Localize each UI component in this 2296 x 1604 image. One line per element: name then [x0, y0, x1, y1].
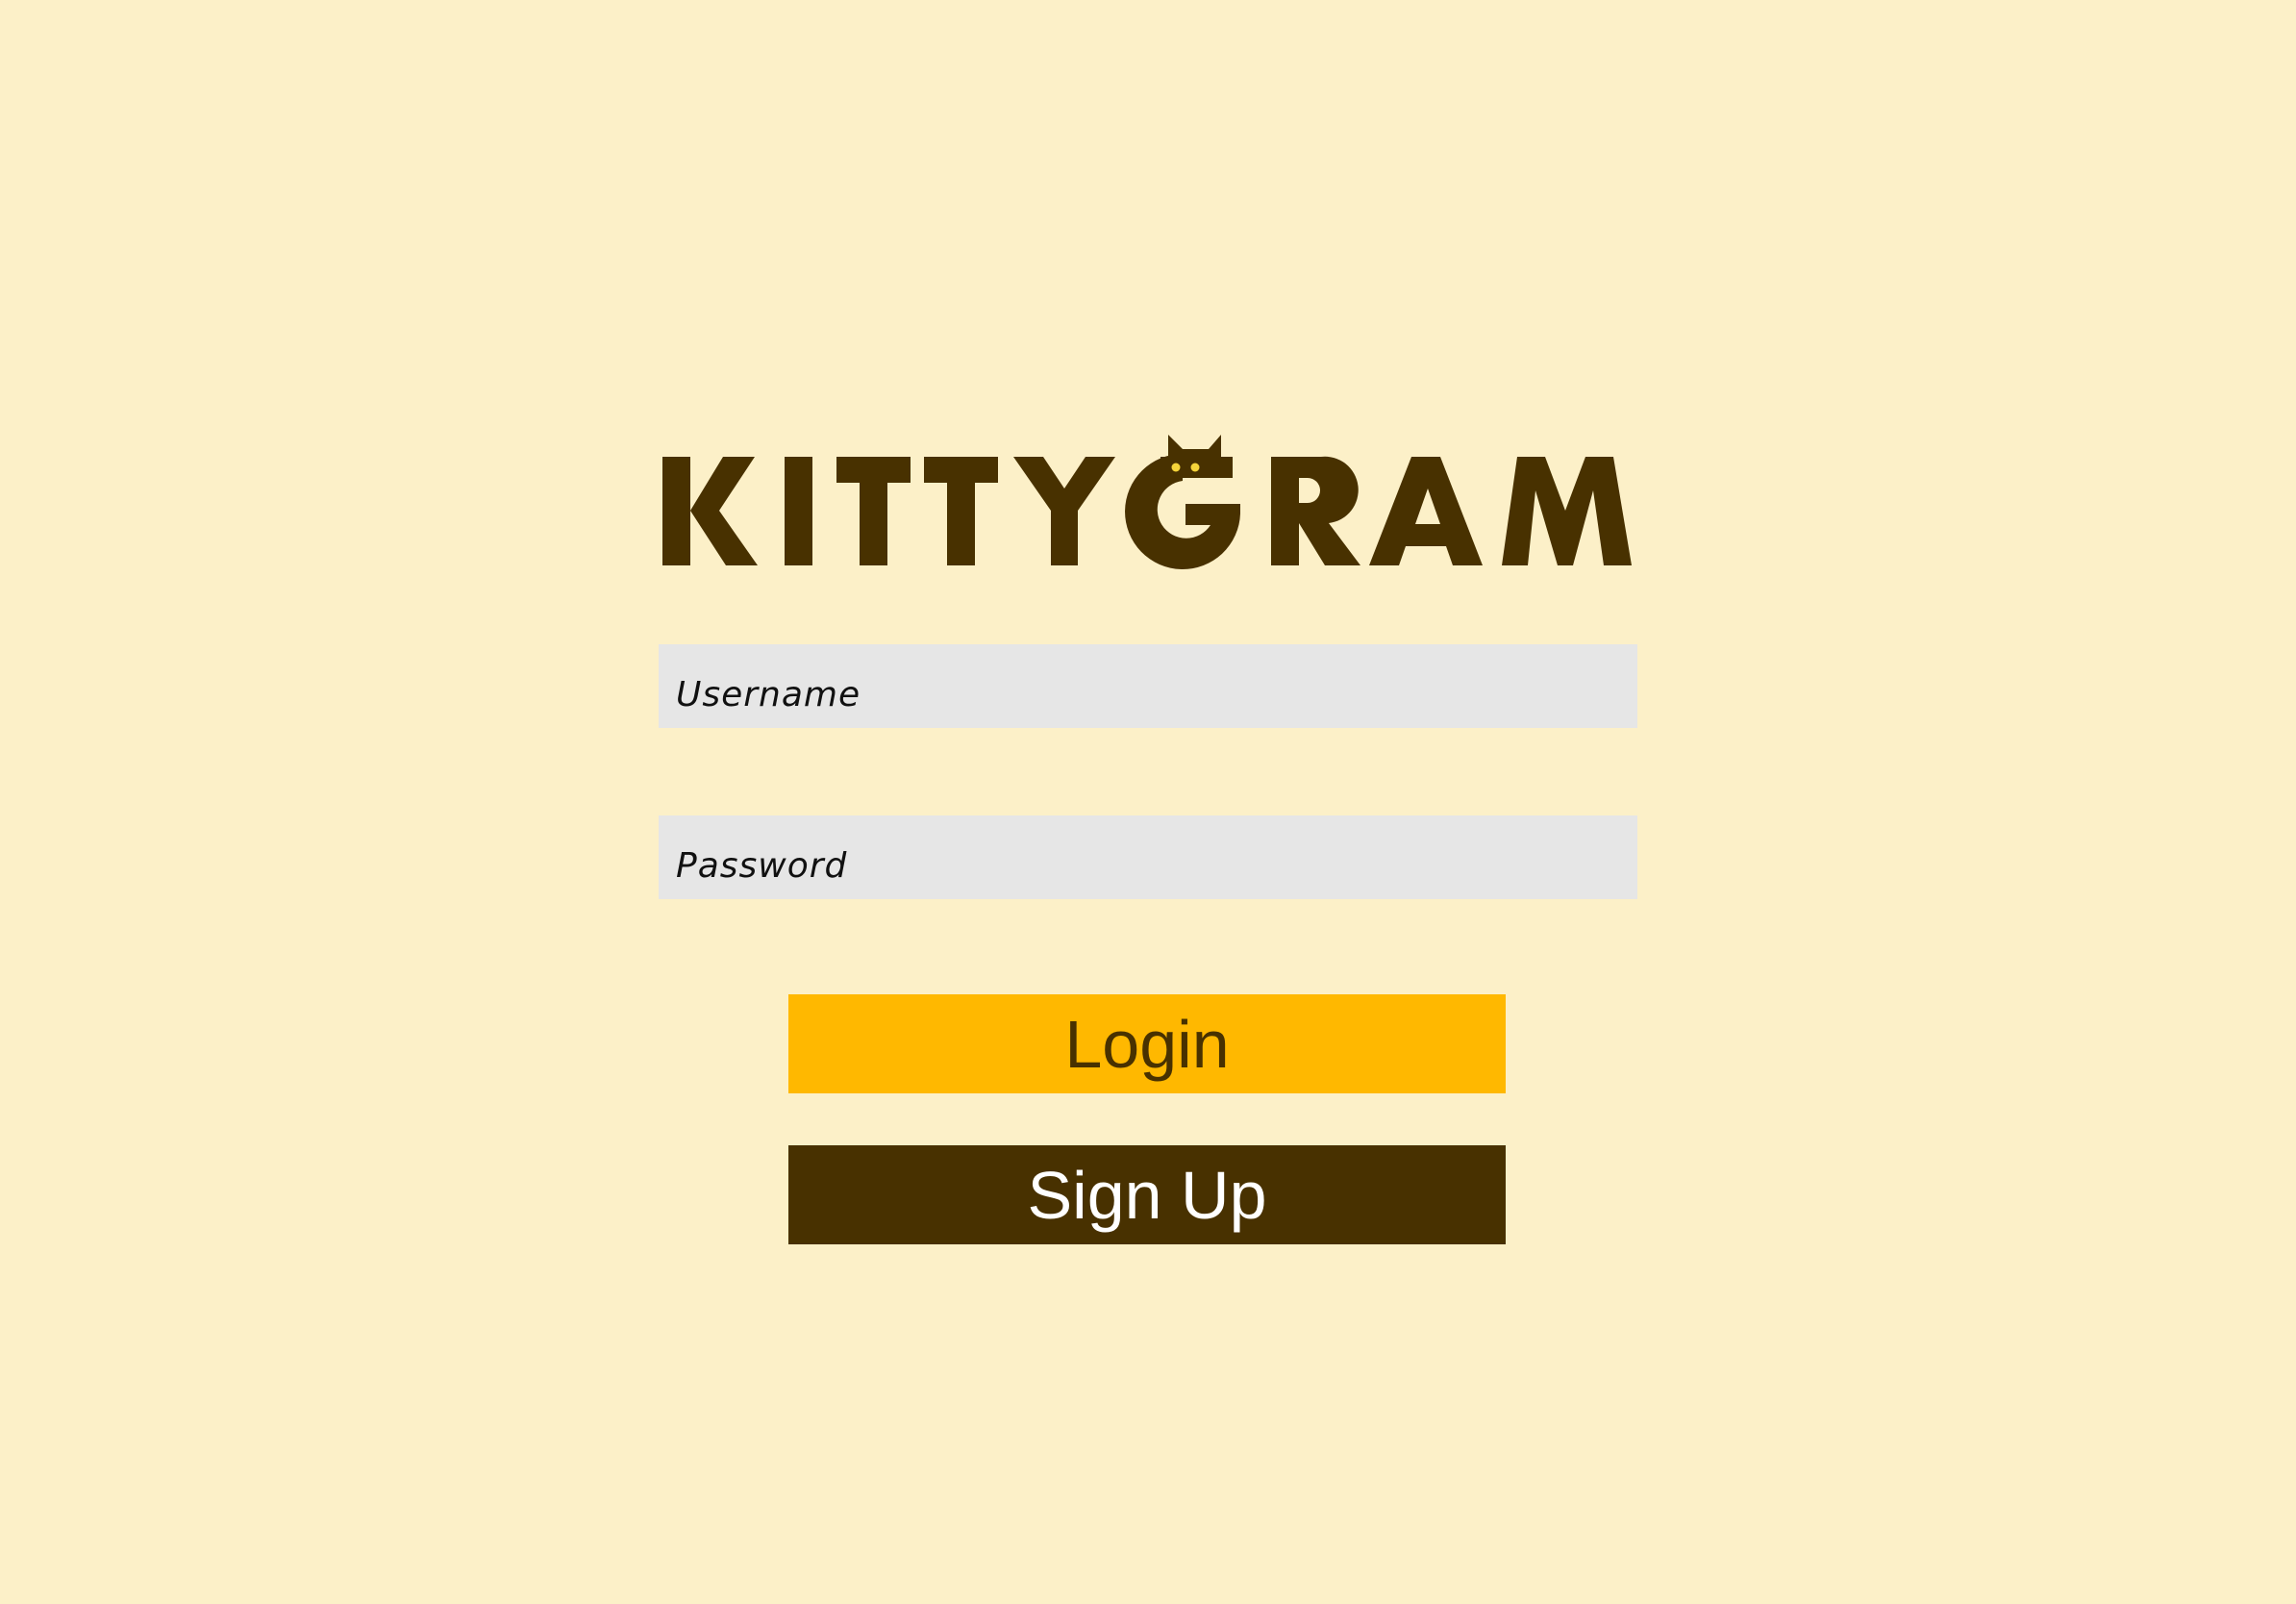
kittygram-logo: KITTYGRAM: [659, 435, 1639, 571]
login-screen: KITTYGRAM: [0, 0, 2296, 1604]
kittygram-wordmark-graphic: [662, 435, 1632, 569]
password-input[interactable]: [659, 815, 1637, 899]
signup-button[interactable]: Sign Up: [788, 1145, 1506, 1244]
username-input[interactable]: [659, 644, 1637, 728]
login-button[interactable]: Login: [788, 994, 1506, 1093]
password-field[interactable]: [659, 815, 1637, 899]
username-field[interactable]: [659, 644, 1637, 728]
